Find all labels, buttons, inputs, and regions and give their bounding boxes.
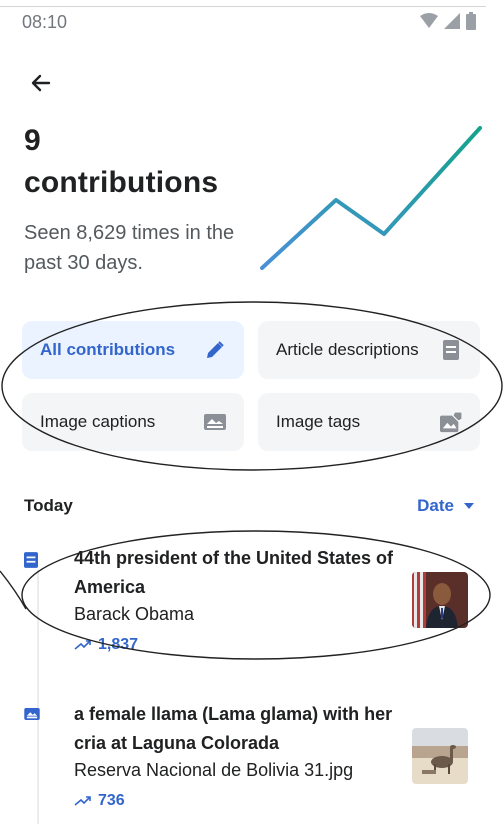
page-title: contributions — [24, 166, 219, 199]
signal-icon — [444, 13, 460, 29]
trending-up-icon — [74, 796, 91, 806]
section-heading-today: Today — [24, 496, 73, 515]
filter-image-tags[interactable]: Image tags — [258, 393, 480, 451]
filter-article-descriptions[interactable]: Article descriptions — [258, 321, 480, 379]
seen-summary: Seen 8,629 times in the past 30 days. — [24, 222, 235, 274]
contribution-thumbnail — [412, 728, 468, 784]
contribution-views: 1,837 — [74, 636, 138, 654]
caption-icon — [204, 411, 226, 433]
status-icons — [420, 12, 476, 30]
chip-label: All contributions — [40, 340, 176, 359]
status-time: 08:10 — [22, 12, 68, 32]
caption-icon — [24, 708, 40, 720]
contribution-subject: Reserva Nacional de Bolivia 31.jpg — [74, 760, 354, 780]
sort-label: Date — [417, 496, 454, 515]
contribution-description: 44th president of the United States of A… — [74, 548, 394, 597]
chip-label: Image captions — [40, 412, 156, 431]
sort-dropdown[interactable]: Date — [417, 496, 474, 516]
contribution-thumbnail — [412, 572, 468, 628]
contribution-subject: Barack Obama — [74, 604, 195, 624]
filter-image-captions[interactable]: Image captions — [22, 393, 244, 451]
dropdown-arrow-icon — [464, 503, 474, 509]
filter-all-contributions[interactable]: All contributions — [22, 321, 244, 379]
timeline-line — [37, 570, 39, 824]
trending-up-icon — [74, 640, 91, 650]
back-button[interactable] — [24, 66, 58, 100]
views-count: 736 — [98, 792, 125, 809]
arrow-back-icon — [31, 74, 51, 92]
description-icon — [24, 552, 38, 568]
contribution-description: a female llama (Lama glama) with her cri… — [74, 704, 393, 753]
sparkline-graphic — [260, 126, 482, 270]
contribution-views: 736 — [74, 792, 125, 810]
pencil-icon — [204, 339, 226, 361]
status-bar: 08:10 — [0, 0, 504, 44]
description-icon — [440, 339, 462, 361]
chip-label: Article descriptions — [276, 340, 419, 359]
chip-label: Image tags — [276, 412, 361, 431]
battery-icon — [466, 12, 476, 30]
wifi-icon — [420, 13, 438, 28]
image-tag-icon — [440, 411, 462, 433]
contribution-count: 9 — [24, 124, 41, 157]
views-count: 1,837 — [98, 636, 139, 653]
